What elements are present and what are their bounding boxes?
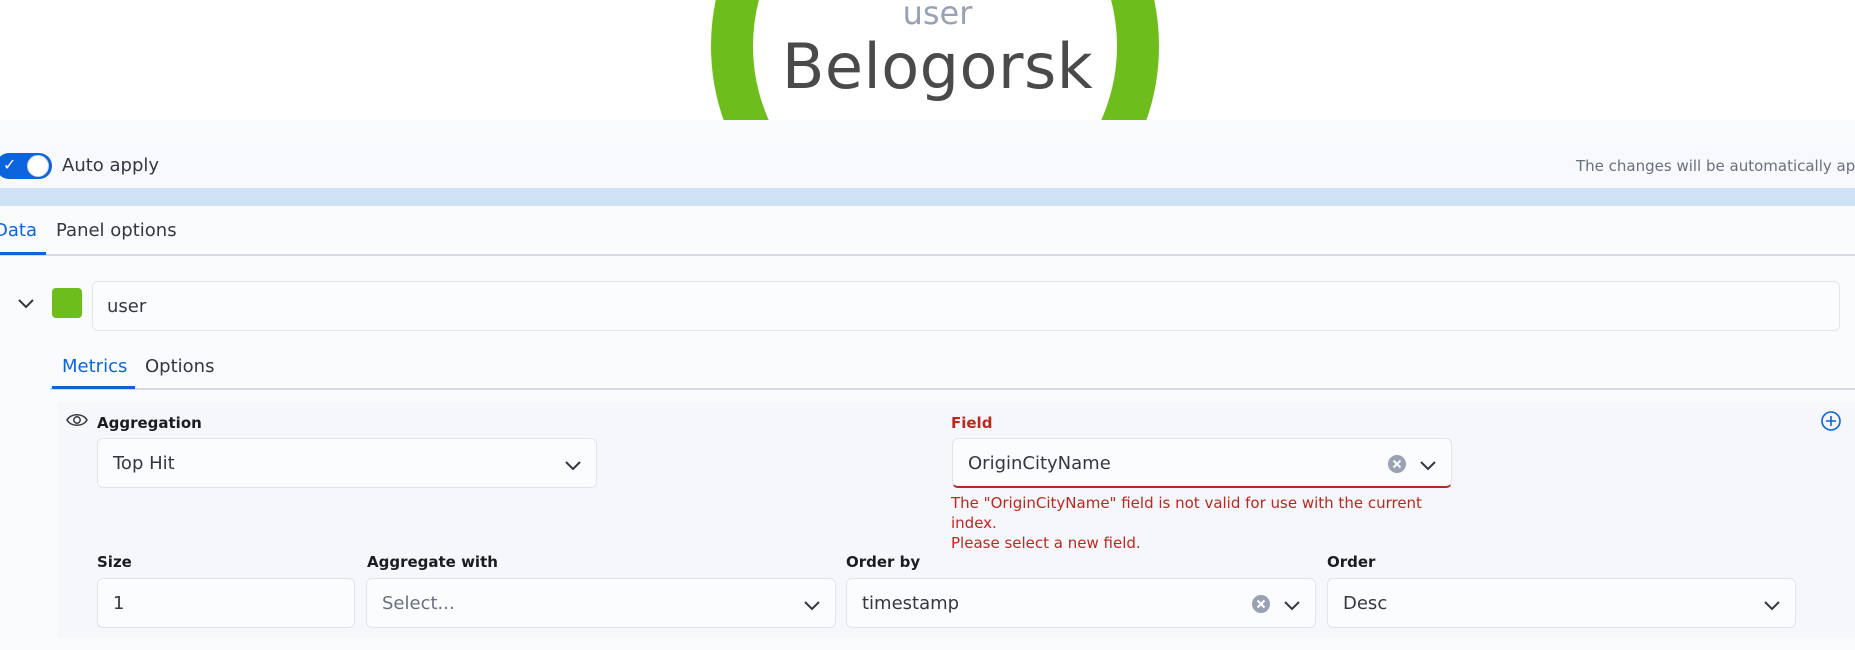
main-tabs-divider [0,254,1855,256]
eye-icon[interactable] [66,412,88,432]
clear-icon[interactable] [1251,594,1271,618]
aggregate-with-select[interactable]: Select... [366,578,836,628]
size-value: 1 [113,593,125,614]
aggregate-with-placeholder: Select... [382,593,455,614]
field-value: OriginCityName [968,453,1111,474]
chevron-down-icon[interactable] [16,296,36,315]
chevron-down-icon [803,597,821,616]
chevron-down-icon [1419,457,1437,476]
series-color-swatch[interactable] [52,288,82,318]
chevron-down-icon [564,457,582,476]
chevron-down-icon [1763,597,1781,616]
size-input[interactable]: 1 [97,578,355,628]
toggle-knob[interactable] [27,155,49,177]
chevron-down-icon [1283,597,1301,616]
add-icon[interactable] [1820,410,1842,436]
series-label-input[interactable] [92,281,1840,331]
tab-options[interactable]: Options [145,356,214,377]
field-label: Field [951,414,993,432]
tab-data[interactable]: Data [0,220,37,241]
order-label: Order [1327,553,1376,571]
gauge-label: user [902,0,973,32]
aggregation-value: Top Hit [113,453,175,474]
field-error-message: The "OriginCityName" field is not valid … [951,493,1471,553]
auto-apply-label: Auto apply [62,155,160,176]
visualization-preview: user Belogorsk [0,0,1855,120]
tab-data-underline [0,252,46,255]
sub-tabs-divider [50,388,1855,390]
gauge-value: Belogorsk [781,30,1094,103]
check-icon: ✓ [3,155,17,174]
aggregation-select[interactable]: Top Hit [97,438,597,488]
tab-metrics[interactable]: Metrics [62,356,127,377]
order-value: Desc [1343,593,1388,614]
tab-metrics-underline [52,386,135,389]
aggregate-with-label: Aggregate with [367,553,498,571]
clear-icon[interactable] [1387,454,1407,478]
progress-strip [0,188,1855,206]
aggregation-label: Aggregation [97,414,202,432]
order-by-select[interactable]: timestamp [846,578,1316,628]
order-select[interactable]: Desc [1327,578,1796,628]
field-error-line: Please select a new field. [951,534,1141,552]
field-error-line: The "OriginCityName" field is not valid … [951,494,1422,532]
order-by-value: timestamp [862,593,960,614]
tab-panel-options[interactable]: Panel options [56,220,177,241]
order-by-label: Order by [846,553,921,571]
size-label: Size [97,553,132,571]
auto-apply-note: The changes will be automatically appli [1576,157,1855,175]
field-select[interactable]: OriginCityName [952,438,1452,488]
